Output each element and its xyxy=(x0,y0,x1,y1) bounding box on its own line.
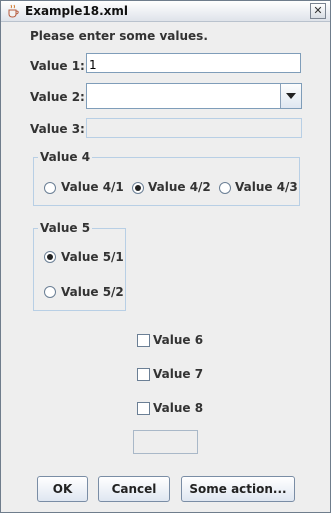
dialog-window: Example18.xml ✕ Please enter some values… xyxy=(0,0,331,513)
value-2-dropdown-button[interactable] xyxy=(280,84,301,108)
empty-panel xyxy=(133,430,198,454)
value-7-checkbox[interactable] xyxy=(137,368,150,381)
close-icon: ✕ xyxy=(313,4,323,17)
value-1-input[interactable] xyxy=(87,56,304,74)
cancel-button[interactable]: Cancel xyxy=(98,476,170,502)
value-4-2-label: Value 4/2 xyxy=(148,180,211,194)
ok-button[interactable]: OK xyxy=(37,476,88,502)
value-5-1-label: Value 5/1 xyxy=(61,250,124,264)
value-4-group-title: Value 4 xyxy=(38,150,93,164)
value-5-2-radio[interactable] xyxy=(44,286,56,298)
value-4-3-label: Value 4/3 xyxy=(235,180,298,194)
value-4-2-radio[interactable] xyxy=(132,182,144,194)
value-4-1-radio[interactable] xyxy=(44,182,56,194)
value-4-3-radio[interactable] xyxy=(219,182,231,194)
value-3-label: Value 3: xyxy=(30,122,85,136)
value-8-checkbox[interactable] xyxy=(137,402,150,415)
value-5-1-radio[interactable] xyxy=(44,251,56,263)
close-button[interactable]: ✕ xyxy=(310,3,326,19)
value-6-label: Value 6 xyxy=(153,333,204,347)
value-4-1-label: Value 4/1 xyxy=(61,180,124,194)
value-1-field-container xyxy=(86,53,304,74)
value-2-label: Value 2: xyxy=(30,90,85,104)
some-action-button[interactable]: Some action... xyxy=(181,476,295,502)
value-1-label: Value 1: xyxy=(30,59,85,73)
value-5-group: Value 5 Value 5/1 Value 5/2 xyxy=(33,221,126,311)
value-2-combo[interactable] xyxy=(86,83,302,109)
title-bar: Example18.xml ✕ xyxy=(1,1,330,22)
value-3-field xyxy=(86,118,302,138)
intro-text: Please enter some values. xyxy=(30,29,208,43)
value-5-group-title: Value 5 xyxy=(38,221,93,235)
value-8-label: Value 8 xyxy=(153,401,204,415)
value-6-checkbox[interactable] xyxy=(137,334,150,347)
java-cup-icon xyxy=(8,4,19,18)
chevron-down-icon xyxy=(286,93,296,99)
value-7-label: Value 7 xyxy=(153,367,204,381)
value-5-2-label: Value 5/2 xyxy=(61,285,124,299)
window-title: Example18.xml xyxy=(25,4,128,18)
value-4-group: Value 4 Value 4/1 Value 4/2 Value 4/3 xyxy=(33,150,300,206)
